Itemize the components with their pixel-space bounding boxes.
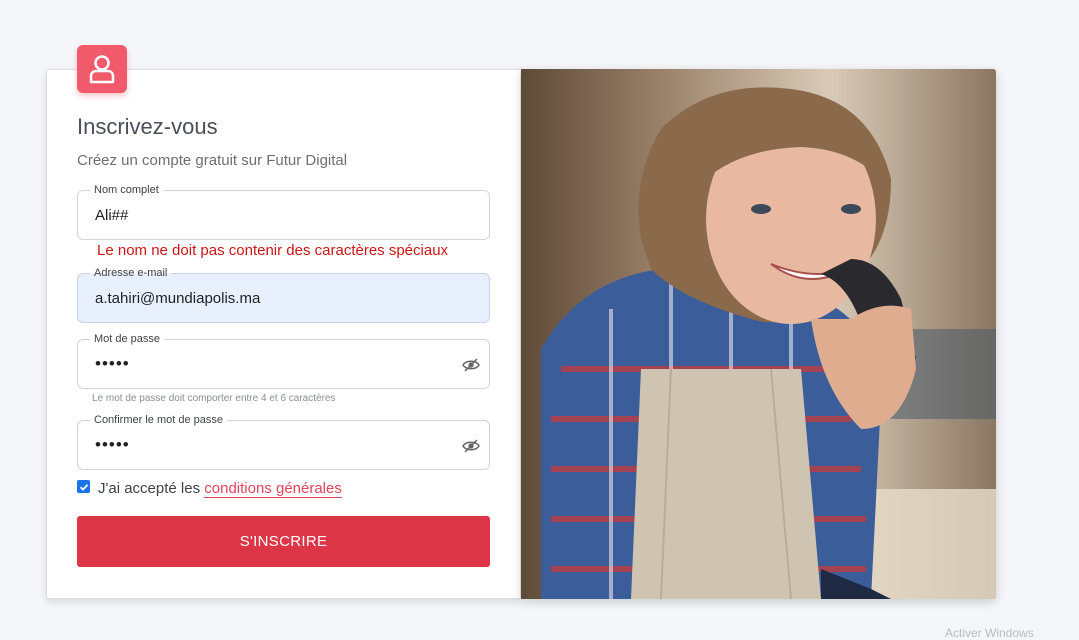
terms-prefix: J'ai accepté les — [98, 480, 205, 497]
windows-watermark: Activer Windows — [945, 626, 1034, 640]
full-name-error: Le nom ne doit pas contenir des caractèr… — [97, 242, 449, 259]
full-name-label: Nom complet — [90, 183, 163, 197]
password-value: ••••• — [95, 354, 130, 373]
password-hint: Le mot de passe doit comporter entre 4 e… — [92, 393, 336, 404]
signup-button[interactable]: S'INSCRIRE — [77, 516, 490, 567]
full-name-field[interactable]: Nom complet Ali## — [77, 183, 490, 240]
hero-photo — [521, 69, 996, 599]
full-name-value: Ali## — [95, 207, 129, 224]
eye-slash-icon[interactable] — [462, 357, 480, 373]
email-value: a.tahiri@mundiapolis.ma — [95, 290, 261, 307]
eye-slash-icon[interactable] — [462, 438, 480, 454]
password-field[interactable]: Mot de passe ••••• — [77, 332, 490, 389]
terms-link[interactable]: conditions générales — [204, 480, 342, 498]
terms-checkbox[interactable] — [77, 480, 90, 493]
page-subtitle: Créez un compte gratuit sur Futur Digita… — [77, 152, 348, 169]
user-icon — [77, 45, 127, 93]
confirm-password-value: ••••• — [95, 435, 130, 454]
confirm-password-label: Confirmer le mot de passe — [90, 413, 227, 427]
password-label: Mot de passe — [90, 332, 165, 346]
email-label: Adresse e-mail — [90, 266, 172, 280]
confirm-password-field[interactable]: Confirmer le mot de passe ••••• — [77, 413, 490, 470]
page-title: Inscrivez-vous — [77, 114, 218, 139]
email-field[interactable]: Adresse e-mail a.tahiri@mundiapolis.ma — [77, 266, 490, 323]
terms-label: J'ai accepté les conditions générales — [98, 480, 342, 498]
